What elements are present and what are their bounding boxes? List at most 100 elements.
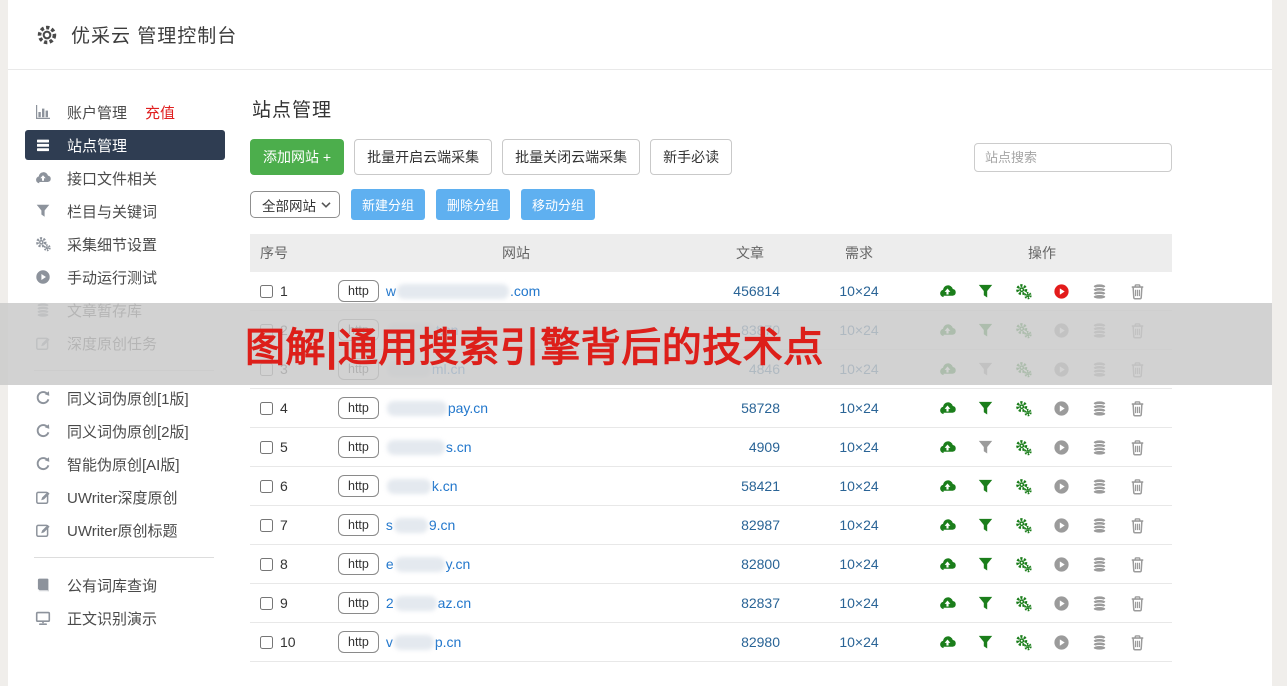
row-checkbox[interactable] [260, 284, 273, 298]
cloud-action-icon[interactable] [939, 400, 956, 417]
gears-action-icon[interactable] [1015, 400, 1032, 417]
sidebar-item-synonym-rewrite-v2[interactable]: 同义词伪原创[2版] [25, 416, 225, 446]
database-action-icon[interactable] [1091, 594, 1108, 612]
trash-action-icon[interactable] [1129, 283, 1146, 300]
row-checkbox[interactable] [260, 479, 273, 493]
row-checkbox[interactable] [260, 440, 273, 454]
cloud-action-icon[interactable] [939, 439, 956, 456]
database-action-icon[interactable] [1091, 438, 1108, 456]
database-action-icon[interactable] [1091, 555, 1108, 573]
http-chip[interactable]: http [338, 475, 379, 497]
filter-action-icon[interactable] [977, 283, 994, 300]
trash-action-icon[interactable] [1129, 595, 1146, 612]
sidebar-item-public-thesaurus[interactable]: 公有词库查询 [25, 570, 225, 600]
articles-count[interactable]: 4909 [749, 439, 780, 455]
gears-action-icon[interactable] [1015, 439, 1032, 456]
demand-value[interactable]: 10×24 [839, 556, 878, 572]
sidebar-item-account[interactable]: 账户管理 充值 [25, 97, 225, 127]
gears-action-icon[interactable] [1015, 634, 1032, 651]
http-chip[interactable]: http [338, 592, 379, 614]
play-action-icon[interactable] [1053, 517, 1070, 534]
play-action-icon[interactable] [1053, 595, 1070, 612]
move-group-button[interactable]: 移动分组 [521, 189, 596, 220]
group-filter-select[interactable]: 全部网站 [250, 191, 340, 218]
cloud-action-icon[interactable] [939, 634, 956, 651]
gears-action-icon[interactable] [1015, 517, 1032, 534]
sidebar-item-sites[interactable]: 站点管理 [25, 130, 225, 160]
gears-action-icon[interactable] [1015, 478, 1032, 495]
gears-action-icon[interactable] [1015, 595, 1032, 612]
sidebar-item-collect-settings[interactable]: 采集细节设置 [25, 229, 225, 259]
articles-count[interactable]: 82800 [741, 556, 780, 572]
trash-action-icon[interactable] [1129, 517, 1146, 534]
sidebar-item-content-recognition[interactable]: 正文识别演示 [25, 603, 225, 633]
sidebar-item-interface-files[interactable]: 接口文件相关 [25, 163, 225, 193]
sidebar-item-columns-keywords[interactable]: 栏目与关键词 [25, 196, 225, 226]
newbie-guide-button[interactable]: 新手必读 [650, 139, 733, 175]
trash-action-icon[interactable] [1129, 556, 1146, 573]
articles-count[interactable]: 456814 [733, 283, 780, 299]
demand-value[interactable]: 10×24 [839, 517, 878, 533]
cloud-action-icon[interactable] [939, 517, 956, 534]
database-action-icon[interactable] [1091, 516, 1108, 534]
trash-action-icon[interactable] [1129, 439, 1146, 456]
database-action-icon[interactable] [1091, 282, 1108, 300]
cloud-action-icon[interactable] [939, 595, 956, 612]
articles-count[interactable]: 82837 [741, 595, 780, 611]
gears-action-icon[interactable] [1015, 556, 1032, 573]
filter-action-icon[interactable] [977, 400, 994, 417]
http-chip[interactable]: http [338, 631, 379, 653]
filter-action-icon[interactable] [977, 478, 994, 495]
new-group-button[interactable]: 新建分组 [351, 189, 426, 220]
batch-close-button[interactable]: 批量关闭云端采集 [502, 139, 641, 175]
trash-action-icon[interactable] [1129, 400, 1146, 417]
sidebar-item-manual-run-test[interactable]: 手动运行测试 [25, 262, 225, 292]
trash-action-icon[interactable] [1129, 634, 1146, 651]
play-action-icon[interactable] [1053, 478, 1070, 495]
play-action-icon[interactable] [1053, 439, 1070, 456]
http-chip[interactable]: http [338, 514, 379, 536]
site-domain[interactable]: w .com [386, 283, 540, 299]
site-domain[interactable]: s 9.cn [386, 517, 455, 533]
site-search-input[interactable] [974, 142, 1172, 172]
sidebar-item-uwriter-title[interactable]: UWriter原创标题 [25, 515, 225, 545]
row-checkbox[interactable] [260, 635, 273, 649]
play-action-icon[interactable] [1053, 556, 1070, 573]
cloud-action-icon[interactable] [939, 478, 956, 495]
articles-count[interactable]: 82987 [741, 517, 780, 533]
demand-value[interactable]: 10×24 [839, 595, 878, 611]
row-checkbox[interactable] [260, 401, 273, 415]
gears-action-icon[interactable] [1015, 283, 1032, 300]
delete-group-button[interactable]: 删除分组 [436, 189, 511, 220]
filter-action-icon[interactable] [977, 595, 994, 612]
play-action-icon[interactable] [1053, 283, 1070, 300]
play-action-icon[interactable] [1053, 400, 1070, 417]
site-domain[interactable]: pay.cn [386, 400, 488, 416]
filter-action-icon[interactable] [977, 556, 994, 573]
sidebar-item-smart-rewrite-ai[interactable]: 智能伪原创[AI版] [25, 449, 225, 479]
database-action-icon[interactable] [1091, 477, 1108, 495]
site-domain[interactable]: 2 az.cn [386, 595, 471, 611]
site-domain[interactable]: e y.cn [386, 556, 470, 572]
demand-value[interactable]: 10×24 [839, 439, 878, 455]
batch-open-button[interactable]: 批量开启云端采集 [354, 139, 493, 175]
add-site-button[interactable]: 添加网站 + [250, 139, 345, 175]
http-chip[interactable]: http [338, 553, 379, 575]
demand-value[interactable]: 10×24 [839, 400, 878, 416]
trash-action-icon[interactable] [1129, 478, 1146, 495]
articles-count[interactable]: 58728 [741, 400, 780, 416]
site-domain[interactable]: k.cn [386, 478, 458, 494]
http-chip[interactable]: http [338, 397, 379, 419]
row-checkbox[interactable] [260, 518, 273, 532]
demand-value[interactable]: 10×24 [839, 283, 878, 299]
row-checkbox[interactable] [260, 557, 273, 571]
site-domain[interactable]: s.cn [386, 439, 472, 455]
filter-action-icon[interactable] [977, 517, 994, 534]
database-action-icon[interactable] [1091, 633, 1108, 651]
demand-value[interactable]: 10×24 [839, 634, 878, 650]
http-chip[interactable]: http [338, 436, 379, 458]
cloud-action-icon[interactable] [939, 556, 956, 573]
articles-count[interactable]: 58421 [741, 478, 780, 494]
play-action-icon[interactable] [1053, 634, 1070, 651]
http-chip[interactable]: http [338, 280, 379, 302]
